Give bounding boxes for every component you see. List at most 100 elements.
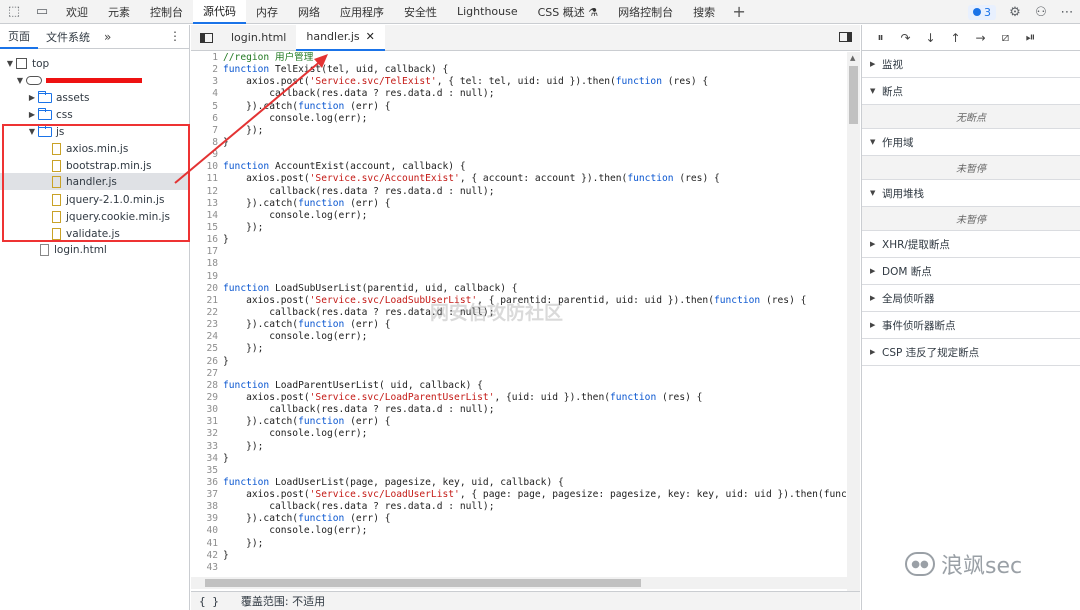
line-number[interactable]: 18 (191, 258, 223, 270)
editor-tab-active[interactable]: handler.js ✕ (296, 24, 385, 51)
code-line[interactable]: 17 (191, 246, 847, 258)
issues-badge[interactable]: 3 (968, 4, 996, 20)
line-number[interactable]: 37 (191, 489, 223, 501)
debugger-section-header[interactable]: ▶ CSP 违反了规定断点 (862, 339, 1080, 366)
tree-item-top[interactable]: ▼ top (4, 55, 49, 72)
tab-page[interactable]: 页面 (0, 25, 38, 49)
tab-sources[interactable]: 源代码 (193, 0, 246, 24)
code-line[interactable]: 3 axios.post('Service.svc/TelExist', { t… (191, 76, 847, 88)
code-line[interactable]: 29 axios.post('Service.svc/LoadParentUse… (191, 392, 847, 404)
caret-right-icon[interactable]: ▶ (26, 93, 38, 102)
code-line[interactable]: 10 function AccountExist(account, callbac… (191, 161, 847, 173)
code-line[interactable]: 13 }).catch(function (err) { (191, 198, 847, 210)
code-editor[interactable]: 1//region 用户管理 2 function TelExist(tel, ui… (191, 52, 847, 601)
tab-application[interactable]: 应用程序 (330, 0, 394, 24)
debugger-section-header[interactable]: ▶ 监视 (862, 51, 1080, 78)
code-line[interactable]: 15 }); (191, 222, 847, 234)
debugger-section-header[interactable]: ▼ 作用域 (862, 129, 1080, 156)
code-line[interactable]: 26} (191, 356, 847, 368)
line-number[interactable]: 43 (191, 562, 223, 574)
line-number[interactable]: 19 (191, 271, 223, 283)
code-line[interactable]: 5 }).catch(function (err) { (191, 101, 847, 113)
tab-welcome[interactable]: 欢迎 (56, 0, 98, 24)
code-line[interactable]: 11 axios.post('Service.svc/AccountExist'… (191, 173, 847, 185)
line-number[interactable]: 22 (191, 307, 223, 319)
line-number[interactable]: 13 (191, 198, 223, 210)
code-line[interactable]: 33 }); (191, 441, 847, 453)
line-number[interactable]: 25 (191, 343, 223, 355)
line-number[interactable]: 41 (191, 538, 223, 550)
vertical-scrollbar[interactable]: ▲ ▼ (847, 52, 860, 601)
line-number[interactable]: 11 (191, 173, 223, 185)
line-number[interactable]: 9 (191, 149, 223, 161)
debugger-section-header[interactable]: ▶ DOM 断点 (862, 258, 1080, 285)
line-number[interactable]: 34 (191, 453, 223, 465)
line-number[interactable]: 1 (191, 52, 223, 64)
line-number[interactable]: 29 (191, 392, 223, 404)
line-number[interactable]: 23 (191, 319, 223, 331)
line-number[interactable]: 8 (191, 137, 223, 149)
code-line[interactable]: 35 (191, 465, 847, 477)
line-number[interactable]: 15 (191, 222, 223, 234)
debugger-section-header[interactable]: ▶ XHR/提取断点 (862, 231, 1080, 258)
line-number[interactable]: 26 (191, 356, 223, 368)
step-into-icon[interactable]: ↓ (918, 31, 943, 45)
scroll-thumb[interactable] (205, 579, 641, 587)
line-number[interactable]: 5 (191, 101, 223, 113)
tab-filesystem[interactable]: 文件系统 (38, 25, 98, 49)
line-number[interactable]: 42 (191, 550, 223, 562)
caret-down-icon[interactable]: ▼ (14, 76, 26, 85)
code-line[interactable]: 14 console.log(err); (191, 210, 847, 222)
code-line[interactable]: 36 function LoadUserList(page, pagesize, … (191, 477, 847, 489)
tree-item-assets[interactable]: ▶ assets (26, 89, 89, 106)
code-line[interactable]: 16} (191, 234, 847, 246)
pause-icon[interactable]: ⏸ (868, 30, 893, 45)
code-line[interactable]: 34} (191, 453, 847, 465)
pause-on-exceptions-icon[interactable]: ⏯ (1018, 30, 1043, 45)
debugger-section-header[interactable]: ▶ 全局侦听器 (862, 285, 1080, 312)
code-line[interactable]: 12 callback(res.data ? res.data.d : null… (191, 186, 847, 198)
code-line[interactable]: 2 function TelExist(tel, uid, callback) { (191, 64, 847, 76)
tab-elements[interactable]: 元素 (98, 0, 140, 24)
scroll-up-icon[interactable]: ▲ (850, 54, 855, 62)
line-number[interactable]: 6 (191, 113, 223, 125)
editor-tab[interactable]: login.html (221, 25, 296, 51)
tab-console[interactable]: 控制台 (140, 0, 193, 24)
tab-network-console[interactable]: 网络控制台 (608, 0, 683, 24)
line-number[interactable]: 3 (191, 76, 223, 88)
deactivate-breakpoints-icon[interactable]: ⧄ (993, 30, 1018, 45)
line-number[interactable]: 17 (191, 246, 223, 258)
code-line[interactable]: 40 console.log(err); (191, 525, 847, 537)
line-number[interactable]: 30 (191, 404, 223, 416)
code-line[interactable]: 1//region 用户管理 (191, 52, 847, 64)
code-line[interactable]: 30 callback(res.data ? res.data.d : null… (191, 404, 847, 416)
code-line[interactable]: 19 (191, 271, 847, 283)
code-line[interactable]: 31 }).catch(function (err) { (191, 416, 847, 428)
code-line[interactable]: 6 console.log(err); (191, 113, 847, 125)
step-over-icon[interactable]: ↷ (893, 31, 918, 45)
close-icon[interactable]: ✕ (366, 30, 375, 43)
caret-right-icon[interactable]: ▶ (26, 110, 38, 119)
line-number[interactable]: 32 (191, 428, 223, 440)
tab-lighthouse[interactable]: Lighthouse (447, 0, 528, 24)
device-icon[interactable]: ▭ (28, 0, 56, 24)
code-line[interactable]: 4 callback(res.data ? res.data.d : null)… (191, 88, 847, 100)
tree-file[interactable]: login.html (40, 241, 107, 258)
code-line[interactable]: 20 function LoadSubUserList(parentid, uid… (191, 283, 847, 295)
line-number[interactable]: 16 (191, 234, 223, 246)
code-line[interactable]: 25 }); (191, 343, 847, 355)
gear-icon[interactable]: ⚙ (1002, 0, 1028, 24)
inspect-icon[interactable]: ⬚ (0, 0, 28, 24)
line-number[interactable]: 40 (191, 525, 223, 537)
code-line[interactable]: 28 function LoadParentUserList( uid, call… (191, 380, 847, 392)
code-line[interactable]: 39 }).catch(function (err) { (191, 513, 847, 525)
code-line[interactable]: 18 (191, 258, 847, 270)
scroll-thumb[interactable] (849, 66, 858, 124)
code-line[interactable]: 37 axios.post('Service.svc/LoadUserList'… (191, 489, 847, 501)
line-number[interactable]: 14 (191, 210, 223, 222)
line-number[interactable]: 4 (191, 88, 223, 100)
line-number[interactable]: 24 (191, 331, 223, 343)
code-line[interactable]: 24 console.log(err); (191, 331, 847, 343)
code-line[interactable]: 38 callback(res.data ? res.data.d : null… (191, 501, 847, 513)
toggle-debugger-icon[interactable] (839, 32, 852, 42)
